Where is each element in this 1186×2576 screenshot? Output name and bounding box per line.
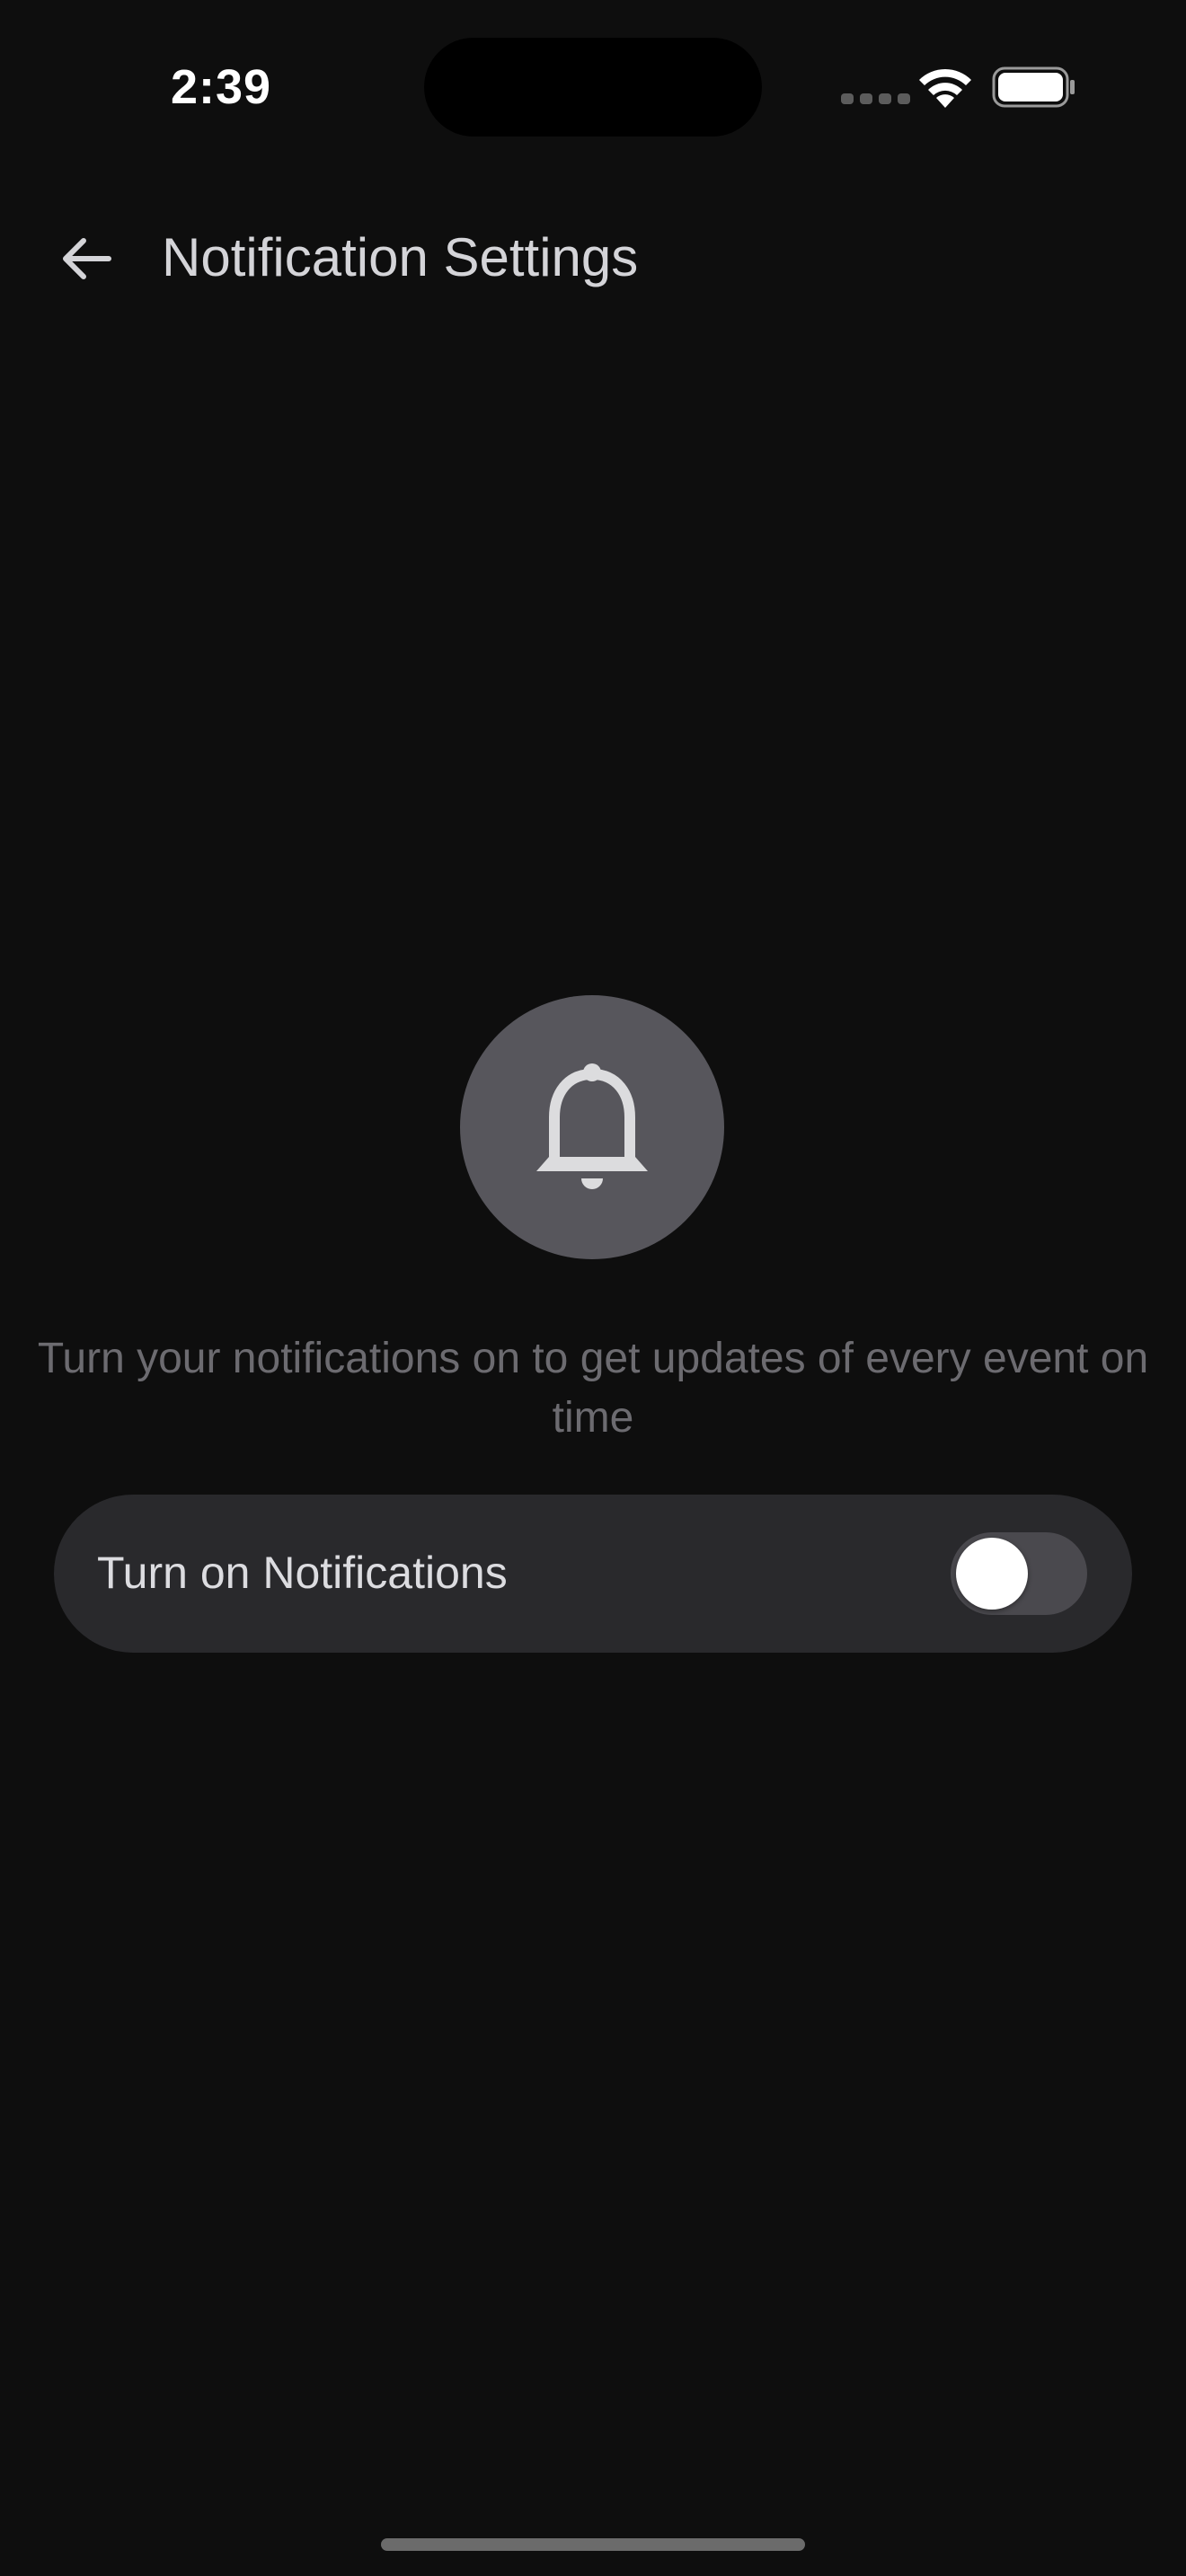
notifications-description: Turn your notifications on to get update…	[37, 1335, 1149, 1442]
notifications-toggle-row[interactable]: Turn on Notifications	[54, 1495, 1132, 1653]
page-title: Notification Settings	[162, 227, 639, 287]
wifi-icon	[919, 68, 971, 108]
cellular-signal-icon	[841, 93, 910, 104]
home-indicator	[381, 2538, 805, 2551]
battery-icon	[992, 66, 1075, 108]
switch-knob	[956, 1538, 1028, 1610]
back-button[interactable]	[52, 230, 120, 287]
status-time: 2:39	[171, 60, 272, 114]
bell-badge	[460, 995, 724, 1259]
dynamic-island	[424, 38, 762, 137]
arrow-left-icon	[63, 238, 111, 279]
notifications-switch[interactable]	[951, 1532, 1087, 1615]
bell-icon	[536, 1063, 648, 1189]
notifications-toggle-label: Turn on Notifications	[97, 1548, 508, 1598]
